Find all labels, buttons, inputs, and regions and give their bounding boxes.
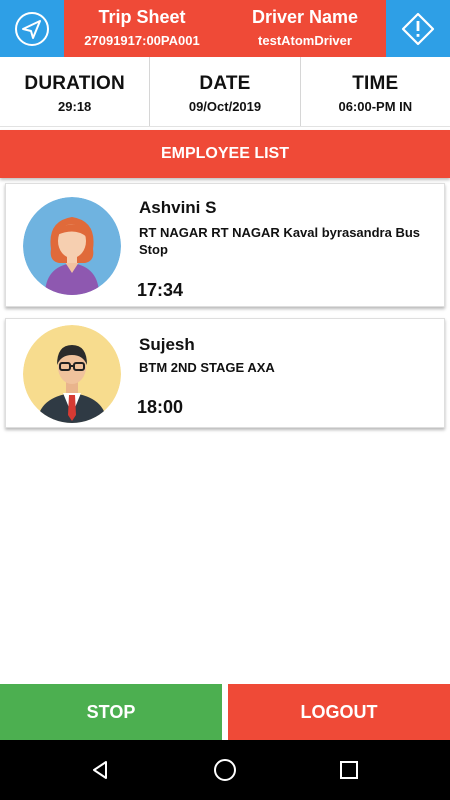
employee-card[interactable]: Ashvini S RT NAGAR RT NAGAR Kaval byrasa… [5,183,445,307]
duration-value: 29:18 [58,99,92,114]
trip-sheet-title: Trip Sheet [98,7,186,27]
logout-button[interactable]: LOGOUT [228,684,450,740]
warning-icon [401,12,435,45]
time-cell: TIME 06:00-PM IN [299,57,450,126]
recents-square-icon [340,761,358,779]
driver-name-title: Driver Name [251,7,359,27]
employee-name: Ashvini S [139,198,217,217]
system-nav-bar [0,740,450,800]
employee-address: RT NAGAR RT NAGAR Kaval byrasandra Bus S… [139,225,420,257]
app-header: Trip Sheet 27091917:00PA001 Driver Name … [0,0,450,57]
stop-button[interactable]: STOP [0,684,222,740]
duration-label: DURATION [24,73,125,94]
female-avatar [23,197,121,295]
male-avatar [23,325,121,423]
driver-name: testAtomDriver [258,33,352,48]
duration-cell: DURATION 29:18 [0,57,149,126]
time-label: TIME [352,73,399,94]
pickup-time: 18:00 [137,397,184,417]
navigation-icon [15,11,49,46]
employee-card[interactable]: Sujesh BTM 2ND STAGE AXA 18:00 [5,318,445,428]
back-button[interactable] [82,752,118,788]
employee-name: Sujesh [139,335,195,354]
date-cell: DATE 09/Oct/2019 [149,57,299,126]
back-triangle-icon [93,761,107,779]
home-circle-icon [214,759,236,781]
employee-address: BTM 2ND STAGE AXA [139,360,275,375]
driver-block: Driver Name testAtomDriver [230,6,380,50]
recents-button[interactable] [331,752,367,788]
employee-list-header: EMPLOYEE LIST [0,130,450,178]
trip-id: 27091917:00PA001 [84,33,200,48]
pickup-time: 17:34 [137,280,184,300]
alert-button[interactable] [386,0,450,57]
date-value: 09/Oct/2019 [188,99,262,114]
date-label: DATE [199,73,251,94]
navigation-button[interactable] [0,0,64,57]
trip-info-row: DURATION 29:18 DATE 09/Oct/2019 TIME 06:… [0,57,450,127]
home-button[interactable] [207,752,243,788]
time-value: 06:00-PM IN [338,99,413,114]
trip-sheet-block: Trip Sheet 27091917:00PA001 [66,6,218,50]
